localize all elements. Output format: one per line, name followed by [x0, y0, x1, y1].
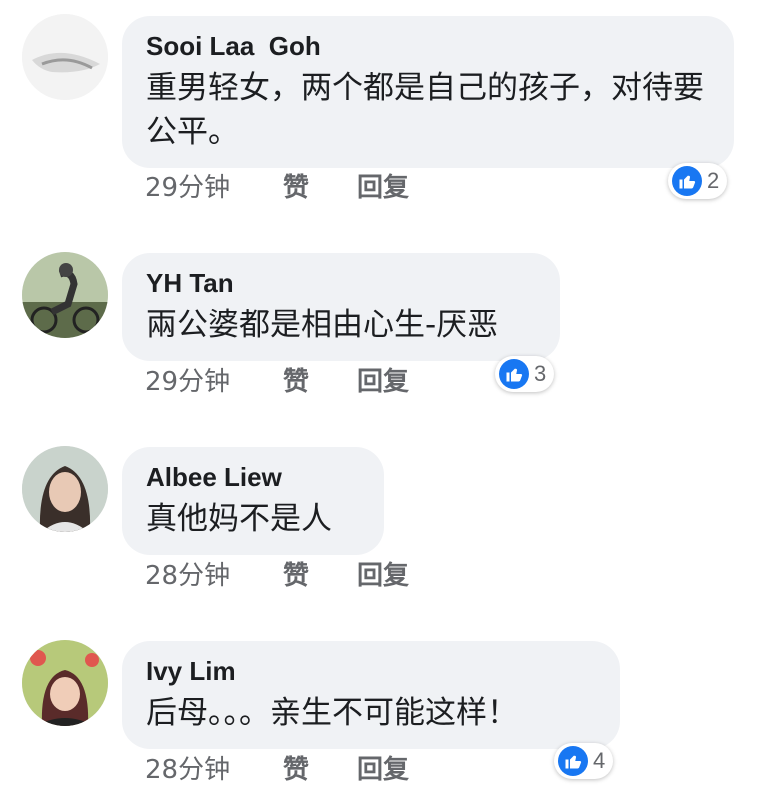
comment-bubble: YH Tan 兩公婆都是相由心生-厌恶	[122, 253, 560, 361]
avatar[interactable]	[22, 446, 108, 532]
comment-time[interactable]: 29分钟	[145, 366, 283, 398]
reaction-badge[interactable]: 4	[554, 743, 614, 779]
comment-time[interactable]: 29分钟	[145, 172, 283, 204]
reply-button[interactable]: 回复	[357, 172, 409, 204]
comment-meta: 29分钟赞回复	[145, 366, 409, 398]
thumbs-up-icon	[558, 746, 588, 776]
like-button[interactable]: 赞	[283, 754, 357, 786]
comment-meta: 29分钟赞回复	[145, 172, 409, 204]
comment-bubble: Albee Liew 真他妈不是人	[122, 447, 384, 555]
like-button[interactable]: 赞	[283, 172, 357, 204]
avatar[interactable]	[22, 14, 108, 100]
comment-time[interactable]: 28分钟	[145, 560, 283, 592]
comment-author[interactable]: Sooi Laa Goh	[146, 30, 712, 62]
reaction-count: 2	[707, 168, 720, 193]
thumbs-up-icon	[672, 166, 702, 196]
comment-time[interactable]: 28分钟	[145, 754, 283, 786]
comment-author[interactable]: Ivy Lim	[146, 655, 598, 687]
thumbs-up-icon	[499, 359, 529, 389]
reply-button[interactable]: 回复	[357, 366, 409, 398]
reply-button[interactable]: 回复	[357, 754, 409, 786]
comment-meta: 28分钟赞回复	[145, 560, 409, 592]
comment-bubble: Sooi Laa Goh 重男轻女，两个都是自己的孩子，对待要公平。	[122, 16, 734, 168]
comment-text: 兩公婆都是相由心生-厌恶	[146, 307, 499, 343]
reaction-badge[interactable]: 3	[495, 356, 555, 392]
comment-text: 后母。。。亲生不可能这样！	[146, 695, 518, 731]
comment-bubble: Ivy Lim 后母。。。亲生不可能这样！	[122, 641, 620, 749]
reaction-count: 3	[534, 361, 547, 386]
comment-author[interactable]: Albee Liew	[146, 461, 362, 493]
reaction-badge[interactable]: 2	[668, 163, 728, 199]
reaction-count: 4	[593, 748, 606, 773]
comment-text: 重男轻女，两个都是自己的孩子，对待要公平。	[146, 70, 704, 150]
like-button[interactable]: 赞	[283, 366, 357, 398]
comment-text: 真他妈不是人	[146, 501, 332, 537]
avatar[interactable]	[22, 640, 108, 726]
avatar[interactable]	[22, 252, 108, 338]
like-button[interactable]: 赞	[283, 560, 357, 592]
comment-meta: 28分钟赞回复	[145, 754, 409, 786]
reply-button[interactable]: 回复	[357, 560, 409, 592]
comment-author[interactable]: YH Tan	[146, 267, 538, 299]
